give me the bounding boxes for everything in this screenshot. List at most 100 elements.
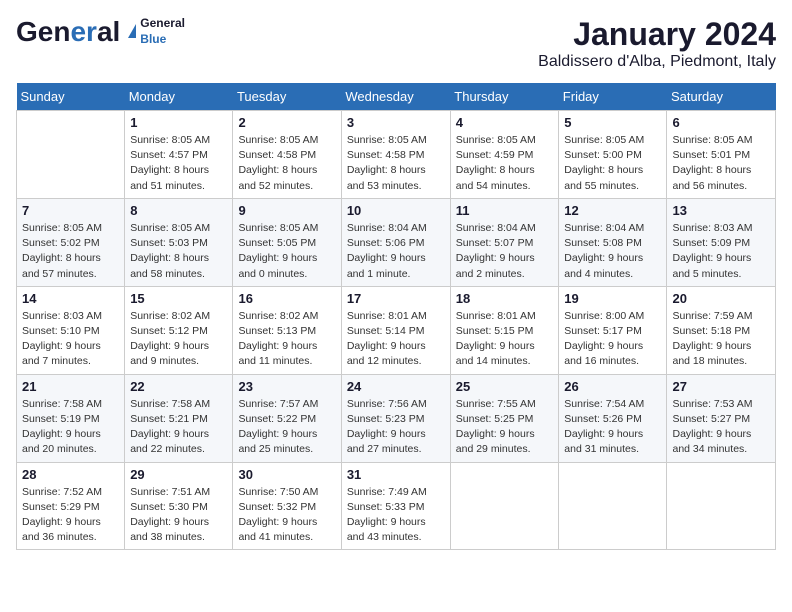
day-info: Sunrise: 8:02 AMSunset: 5:12 PMDaylight:… xyxy=(130,309,227,370)
calendar-cell: 30 Sunrise: 7:50 AMSunset: 5:32 PMDayligh… xyxy=(233,462,341,550)
header-friday: Friday xyxy=(559,83,667,111)
day-number: 20 xyxy=(672,291,770,306)
day-info: Sunrise: 8:03 AMSunset: 5:10 PMDaylight:… xyxy=(22,309,119,370)
calendar-cell: 8 Sunrise: 8:05 AMSunset: 5:03 PMDaylight… xyxy=(125,198,233,286)
day-info: Sunrise: 7:51 AMSunset: 5:30 PMDaylight:… xyxy=(130,485,227,546)
calendar-cell: 24 Sunrise: 7:56 AMSunset: 5:23 PMDayligh… xyxy=(341,374,450,462)
day-info: Sunrise: 7:49 AMSunset: 5:33 PMDaylight:… xyxy=(347,485,445,546)
day-number: 25 xyxy=(456,379,554,394)
day-info: Sunrise: 8:04 AMSunset: 5:08 PMDaylight:… xyxy=(564,221,661,282)
day-info: Sunrise: 8:01 AMSunset: 5:15 PMDaylight:… xyxy=(456,309,554,370)
day-number: 18 xyxy=(456,291,554,306)
calendar-cell: 19 Sunrise: 8:00 AMSunset: 5:17 PMDayligh… xyxy=(559,286,667,374)
calendar-cell: 14Sunrise: 8:03 AMSunset: 5:10 PMDayligh… xyxy=(17,286,125,374)
day-info: Sunrise: 8:05 AMSunset: 4:58 PMDaylight:… xyxy=(347,133,445,194)
day-info: Sunrise: 7:53 AMSunset: 5:27 PMDaylight:… xyxy=(672,397,770,458)
logo-general-text: General xyxy=(140,16,185,32)
calendar-cell: 7Sunrise: 8:05 AMSunset: 5:02 PMDaylight… xyxy=(17,198,125,286)
calendar-table: SundayMondayTuesdayWednesdayThursdayFrid… xyxy=(16,83,776,550)
calendar-cell: 22 Sunrise: 7:58 AMSunset: 5:21 PMDayligh… xyxy=(125,374,233,462)
calendar-cell: 3Sunrise: 8:05 AMSunset: 4:58 PMDaylight… xyxy=(341,111,450,199)
calendar-cell: 12 Sunrise: 8:04 AMSunset: 5:08 PMDayligh… xyxy=(559,198,667,286)
day-info: Sunrise: 7:57 AMSunset: 5:22 PMDaylight:… xyxy=(238,397,335,458)
calendar-cell: 4Sunrise: 8:05 AMSunset: 4:59 PMDaylight… xyxy=(450,111,559,199)
day-number: 19 xyxy=(564,291,661,306)
logo: General General Blue xyxy=(16,16,185,47)
calendar-cell: 6Sunrise: 8:05 AMSunset: 5:01 PMDaylight… xyxy=(667,111,776,199)
calendar-week-row: 14Sunrise: 8:03 AMSunset: 5:10 PMDayligh… xyxy=(17,286,776,374)
day-number: 28 xyxy=(22,467,119,482)
day-number: 17 xyxy=(347,291,445,306)
day-number: 16 xyxy=(238,291,335,306)
day-info: Sunrise: 8:01 AMSunset: 5:14 PMDaylight:… xyxy=(347,309,445,370)
calendar-cell xyxy=(450,462,559,550)
day-number: 8 xyxy=(130,203,227,218)
day-number: 1 xyxy=(130,115,227,130)
calendar-header-row: SundayMondayTuesdayWednesdayThursdayFrid… xyxy=(17,83,776,111)
calendar-cell: 27 Sunrise: 7:53 AMSunset: 5:27 PMDayligh… xyxy=(667,374,776,462)
calendar-cell: 28 Sunrise: 7:52 AMSunset: 5:29 PMDayligh… xyxy=(17,462,125,550)
day-info: Sunrise: 8:02 AMSunset: 5:13 PMDaylight:… xyxy=(238,309,335,370)
day-info: Sunrise: 8:05 AMSunset: 4:59 PMDaylight:… xyxy=(456,133,554,194)
calendar-cell: 25Sunrise: 7:55 AMSunset: 5:25 PMDayligh… xyxy=(450,374,559,462)
calendar-cell: 21Sunrise: 7:58 AMSunset: 5:19 PMDayligh… xyxy=(17,374,125,462)
logo-icon xyxy=(126,23,136,41)
day-info: Sunrise: 8:04 AMSunset: 5:06 PMDaylight:… xyxy=(347,221,445,282)
calendar-cell xyxy=(17,111,125,199)
day-info: Sunrise: 8:00 AMSunset: 5:17 PMDaylight:… xyxy=(564,309,661,370)
calendar-cell xyxy=(667,462,776,550)
calendar-cell: 11Sunrise: 8:04 AMSunset: 5:07 PMDayligh… xyxy=(450,198,559,286)
calendar-cell: 31 Sunrise: 7:49 AMSunset: 5:33 PMDayligh… xyxy=(341,462,450,550)
day-number: 31 xyxy=(347,467,445,482)
calendar-week-row: 1 Sunrise: 8:05 AMSunset: 4:57 PMDaylight… xyxy=(17,111,776,199)
calendar-cell: 9 Sunrise: 8:05 AMSunset: 5:05 PMDaylight… xyxy=(233,198,341,286)
day-info: Sunrise: 7:52 AMSunset: 5:29 PMDaylight:… xyxy=(22,485,119,546)
day-info: Sunrise: 8:05 AMSunset: 5:00 PMDaylight:… xyxy=(564,133,661,194)
day-number: 26 xyxy=(564,379,661,394)
logo-g: General xyxy=(16,18,120,46)
day-info: Sunrise: 8:05 AMSunset: 5:01 PMDaylight:… xyxy=(672,133,770,194)
calendar-cell: 20 Sunrise: 7:59 AMSunset: 5:18 PMDayligh… xyxy=(667,286,776,374)
calendar-cell: 23Sunrise: 7:57 AMSunset: 5:22 PMDayligh… xyxy=(233,374,341,462)
calendar-cell: 1 Sunrise: 8:05 AMSunset: 4:57 PMDaylight… xyxy=(125,111,233,199)
day-number: 30 xyxy=(238,467,335,482)
calendar-cell: 5 Sunrise: 8:05 AMSunset: 5:00 PMDaylight… xyxy=(559,111,667,199)
day-info: Sunrise: 7:56 AMSunset: 5:23 PMDaylight:… xyxy=(347,397,445,458)
day-info: Sunrise: 7:50 AMSunset: 5:32 PMDaylight:… xyxy=(238,485,335,546)
day-info: Sunrise: 8:05 AMSunset: 4:57 PMDaylight:… xyxy=(130,133,227,194)
day-number: 11 xyxy=(456,203,554,218)
calendar-week-row: 28 Sunrise: 7:52 AMSunset: 5:29 PMDayligh… xyxy=(17,462,776,550)
day-info: Sunrise: 8:05 AMSunset: 5:05 PMDaylight:… xyxy=(238,221,335,282)
day-number: 22 xyxy=(130,379,227,394)
header-wednesday: Wednesday xyxy=(341,83,450,111)
logo-blue-text: Blue xyxy=(140,32,185,48)
header-thursday: Thursday xyxy=(450,83,559,111)
location-title: Baldissero d'Alba, Piedmont, Italy xyxy=(538,53,776,71)
day-number: 13 xyxy=(672,203,770,218)
calendar-cell: 26Sunrise: 7:54 AMSunset: 5:26 PMDayligh… xyxy=(559,374,667,462)
day-number: 27 xyxy=(672,379,770,394)
day-number: 5 xyxy=(564,115,661,130)
day-number: 15 xyxy=(130,291,227,306)
calendar-cell: 15 Sunrise: 8:02 AMSunset: 5:12 PMDayligh… xyxy=(125,286,233,374)
day-number: 12 xyxy=(564,203,661,218)
calendar-week-row: 21Sunrise: 7:58 AMSunset: 5:19 PMDayligh… xyxy=(17,374,776,462)
day-info: Sunrise: 8:05 AMSunset: 5:02 PMDaylight:… xyxy=(22,221,119,282)
calendar-week-row: 7Sunrise: 8:05 AMSunset: 5:02 PMDaylight… xyxy=(17,198,776,286)
day-info: Sunrise: 8:05 AMSunset: 5:03 PMDaylight:… xyxy=(130,221,227,282)
day-number: 29 xyxy=(130,467,227,482)
header-saturday: Saturday xyxy=(667,83,776,111)
logo-text-block: General Blue xyxy=(140,16,185,47)
calendar-cell: 29 Sunrise: 7:51 AMSunset: 5:30 PMDayligh… xyxy=(125,462,233,550)
calendar-cell: 13Sunrise: 8:03 AMSunset: 5:09 PMDayligh… xyxy=(667,198,776,286)
header-monday: Monday xyxy=(125,83,233,111)
day-number: 10 xyxy=(347,203,445,218)
page-header: General General Blue January 2024 Baldis… xyxy=(16,16,776,71)
day-info: Sunrise: 7:58 AMSunset: 5:21 PMDaylight:… xyxy=(130,397,227,458)
day-info: Sunrise: 7:59 AMSunset: 5:18 PMDaylight:… xyxy=(672,309,770,370)
day-info: Sunrise: 7:58 AMSunset: 5:19 PMDaylight:… xyxy=(22,397,119,458)
month-title: January 2024 xyxy=(538,16,776,53)
day-number: 24 xyxy=(347,379,445,394)
day-number: 9 xyxy=(238,203,335,218)
header-tuesday: Tuesday xyxy=(233,83,341,111)
